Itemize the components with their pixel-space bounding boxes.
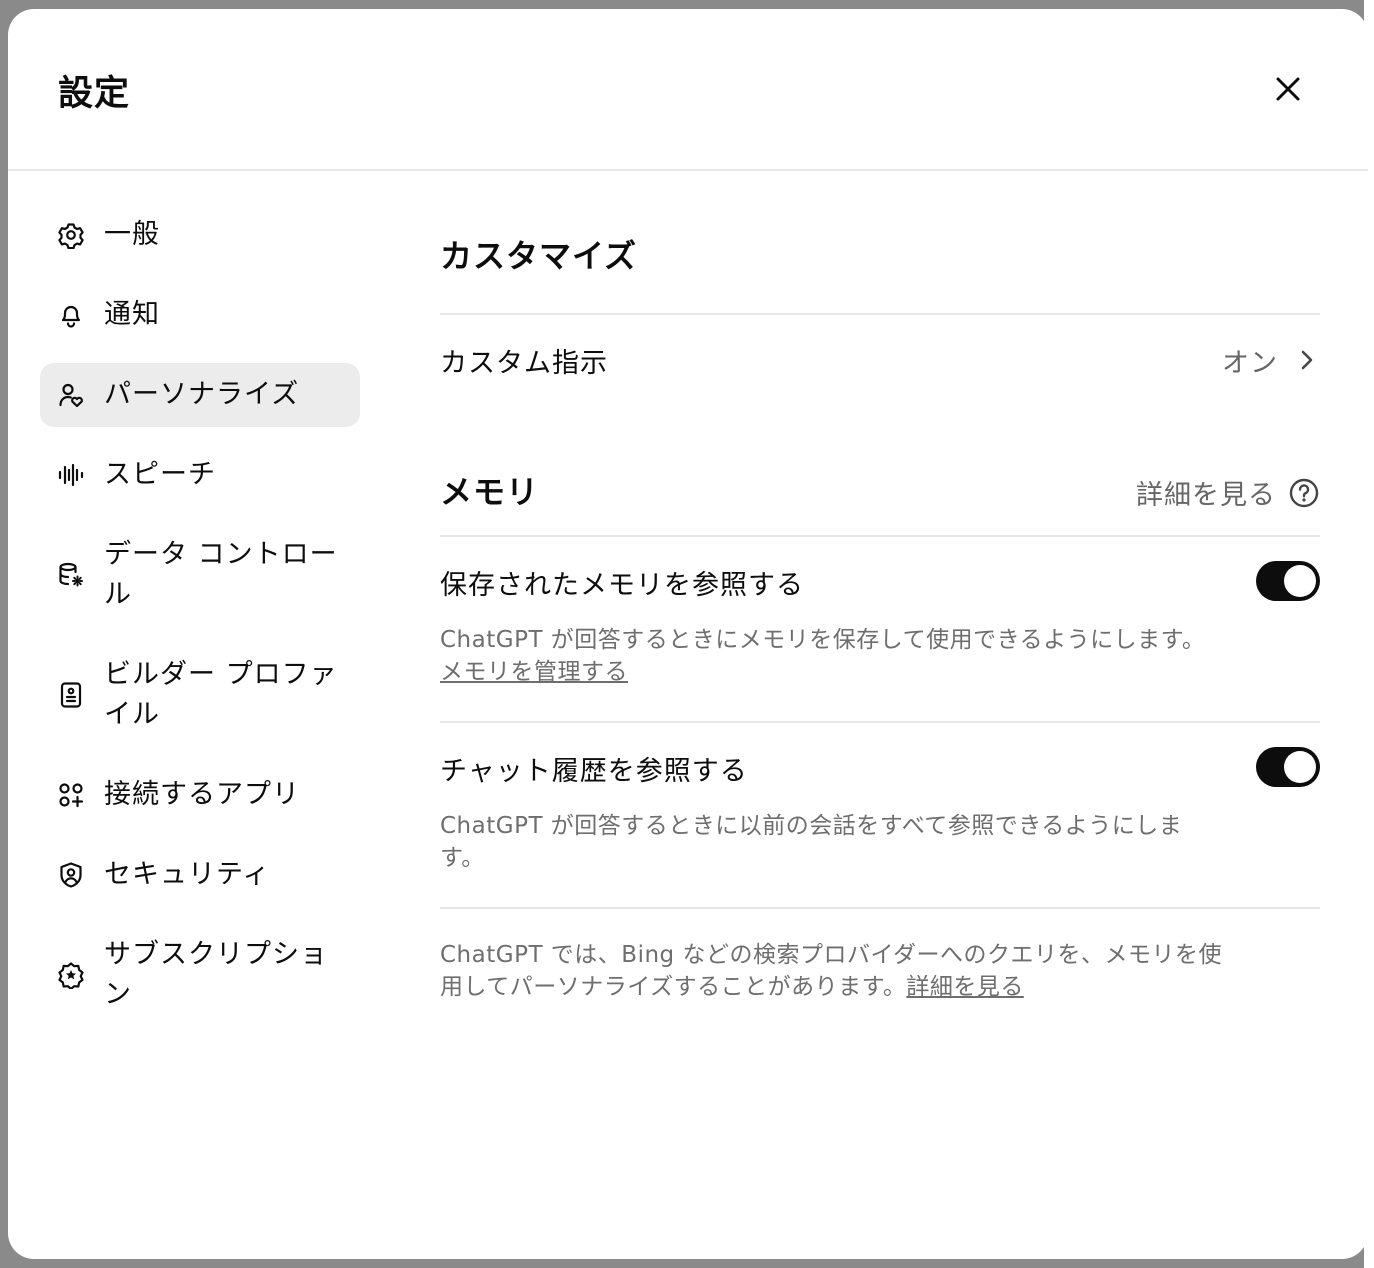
memory-footer-text: ChatGPT では、Bing などの検索プロバイダーへのクエリを、メモリを使用… bbox=[440, 942, 1223, 1000]
person-heart-icon bbox=[56, 380, 86, 410]
help-circle-icon bbox=[1289, 478, 1319, 507]
waveform-icon bbox=[56, 460, 86, 490]
sidebar-item-personalize[interactable]: パーソナライズ bbox=[40, 363, 360, 427]
sidebar-item-label: データ コントロール bbox=[104, 539, 338, 610]
sidebar-item-subscription[interactable]: サブスクリプション bbox=[40, 923, 360, 1027]
close-button[interactable] bbox=[1266, 67, 1310, 111]
saved-memory-description-block: ChatGPT が回答するときにメモリを保存して使用できるようにします。 メモリ… bbox=[440, 624, 1220, 688]
toggle-knob bbox=[1284, 565, 1316, 597]
customize-title: カスタマイズ bbox=[440, 237, 638, 275]
modal-title: 設定 bbox=[58, 74, 131, 114]
shield-user-icon bbox=[56, 860, 86, 890]
sidebar-item-label: 接続するアプリ bbox=[104, 779, 300, 810]
bell-icon bbox=[56, 300, 86, 330]
sidebar-item-speech[interactable]: スピーチ bbox=[40, 443, 360, 507]
sidebar-item-label: パーソナライズ bbox=[104, 379, 300, 410]
custom-instructions-row[interactable]: カスタム指示 オン bbox=[440, 315, 1320, 405]
sidebar-item-general[interactable]: 一般 bbox=[40, 203, 360, 267]
sidebar-item-data-controls[interactable]: データ コントロール bbox=[40, 523, 360, 627]
sidebar-item-label: 通知 bbox=[104, 299, 160, 330]
custom-instructions-status: オン bbox=[1222, 348, 1278, 379]
saved-memory-label: 保存されたメモリを参照する bbox=[440, 570, 804, 601]
memory-learn-more[interactable]: 詳細を見る bbox=[1136, 473, 1320, 512]
close-icon bbox=[1276, 77, 1300, 101]
sidebar-item-builder-profile[interactable]: ビルダー プロファイル bbox=[40, 643, 360, 747]
sidebar-item-notifications[interactable]: 通知 bbox=[40, 283, 360, 347]
toggle-knob bbox=[1284, 751, 1316, 783]
sidebar-item-label: セキュリティ bbox=[104, 859, 271, 890]
chevron-right-icon bbox=[1301, 350, 1313, 370]
id-card-icon bbox=[56, 680, 86, 710]
gear-icon bbox=[56, 220, 86, 250]
footer-learn-more-link[interactable]: 詳細を見る bbox=[906, 974, 1024, 1000]
sidebar-item-connected-apps[interactable]: 接続するアプリ bbox=[40, 763, 360, 827]
manage-memory-link[interactable]: メモリを管理する bbox=[440, 656, 1220, 688]
divider bbox=[440, 907, 1320, 909]
saved-memory-description: ChatGPT が回答するときにメモリを保存して使用できるようにします。 bbox=[440, 627, 1206, 653]
chat-history-description: ChatGPT が回答するときに以前の会話をすべて参照できるようにします。 bbox=[440, 813, 1183, 871]
chat-history-toggle[interactable] bbox=[1256, 747, 1320, 787]
database-gear-icon bbox=[56, 560, 86, 590]
custom-instructions-label: カスタム指示 bbox=[440, 348, 608, 379]
memory-footer-note: ChatGPT では、Bing などの検索プロバイダーへのクエリを、メモリを使用… bbox=[440, 939, 1240, 1003]
memory-learn-more-label: 詳細を見る bbox=[1136, 480, 1276, 511]
divider bbox=[440, 535, 1320, 537]
memory-title: メモリ bbox=[440, 473, 540, 511]
sidebar-item-label: サブスクリプション bbox=[104, 939, 328, 1010]
sidebar-item-security[interactable]: セキュリティ bbox=[40, 843, 360, 907]
sidebar-item-label: ビルダー プロファイル bbox=[104, 659, 338, 730]
apps-plus-icon bbox=[56, 780, 86, 810]
settings-sidebar: 一般 通知 パーソナライズ スピーチ データ コントロール ビルダー プロファイ… bbox=[40, 203, 360, 1043]
sidebar-item-label: スピーチ bbox=[104, 459, 216, 490]
divider bbox=[440, 721, 1320, 723]
chat-history-label: チャット履歴を参照する bbox=[440, 756, 748, 787]
modal-header: 設定 bbox=[8, 9, 1368, 171]
saved-memory-toggle[interactable] bbox=[1256, 561, 1320, 601]
settings-modal: 設定 一般 通知 パーソナライズ スピーチ データ コントロール ビルダー プロ… bbox=[8, 9, 1368, 1259]
star-badge-icon bbox=[56, 960, 86, 990]
sidebar-item-label: 一般 bbox=[104, 219, 160, 250]
